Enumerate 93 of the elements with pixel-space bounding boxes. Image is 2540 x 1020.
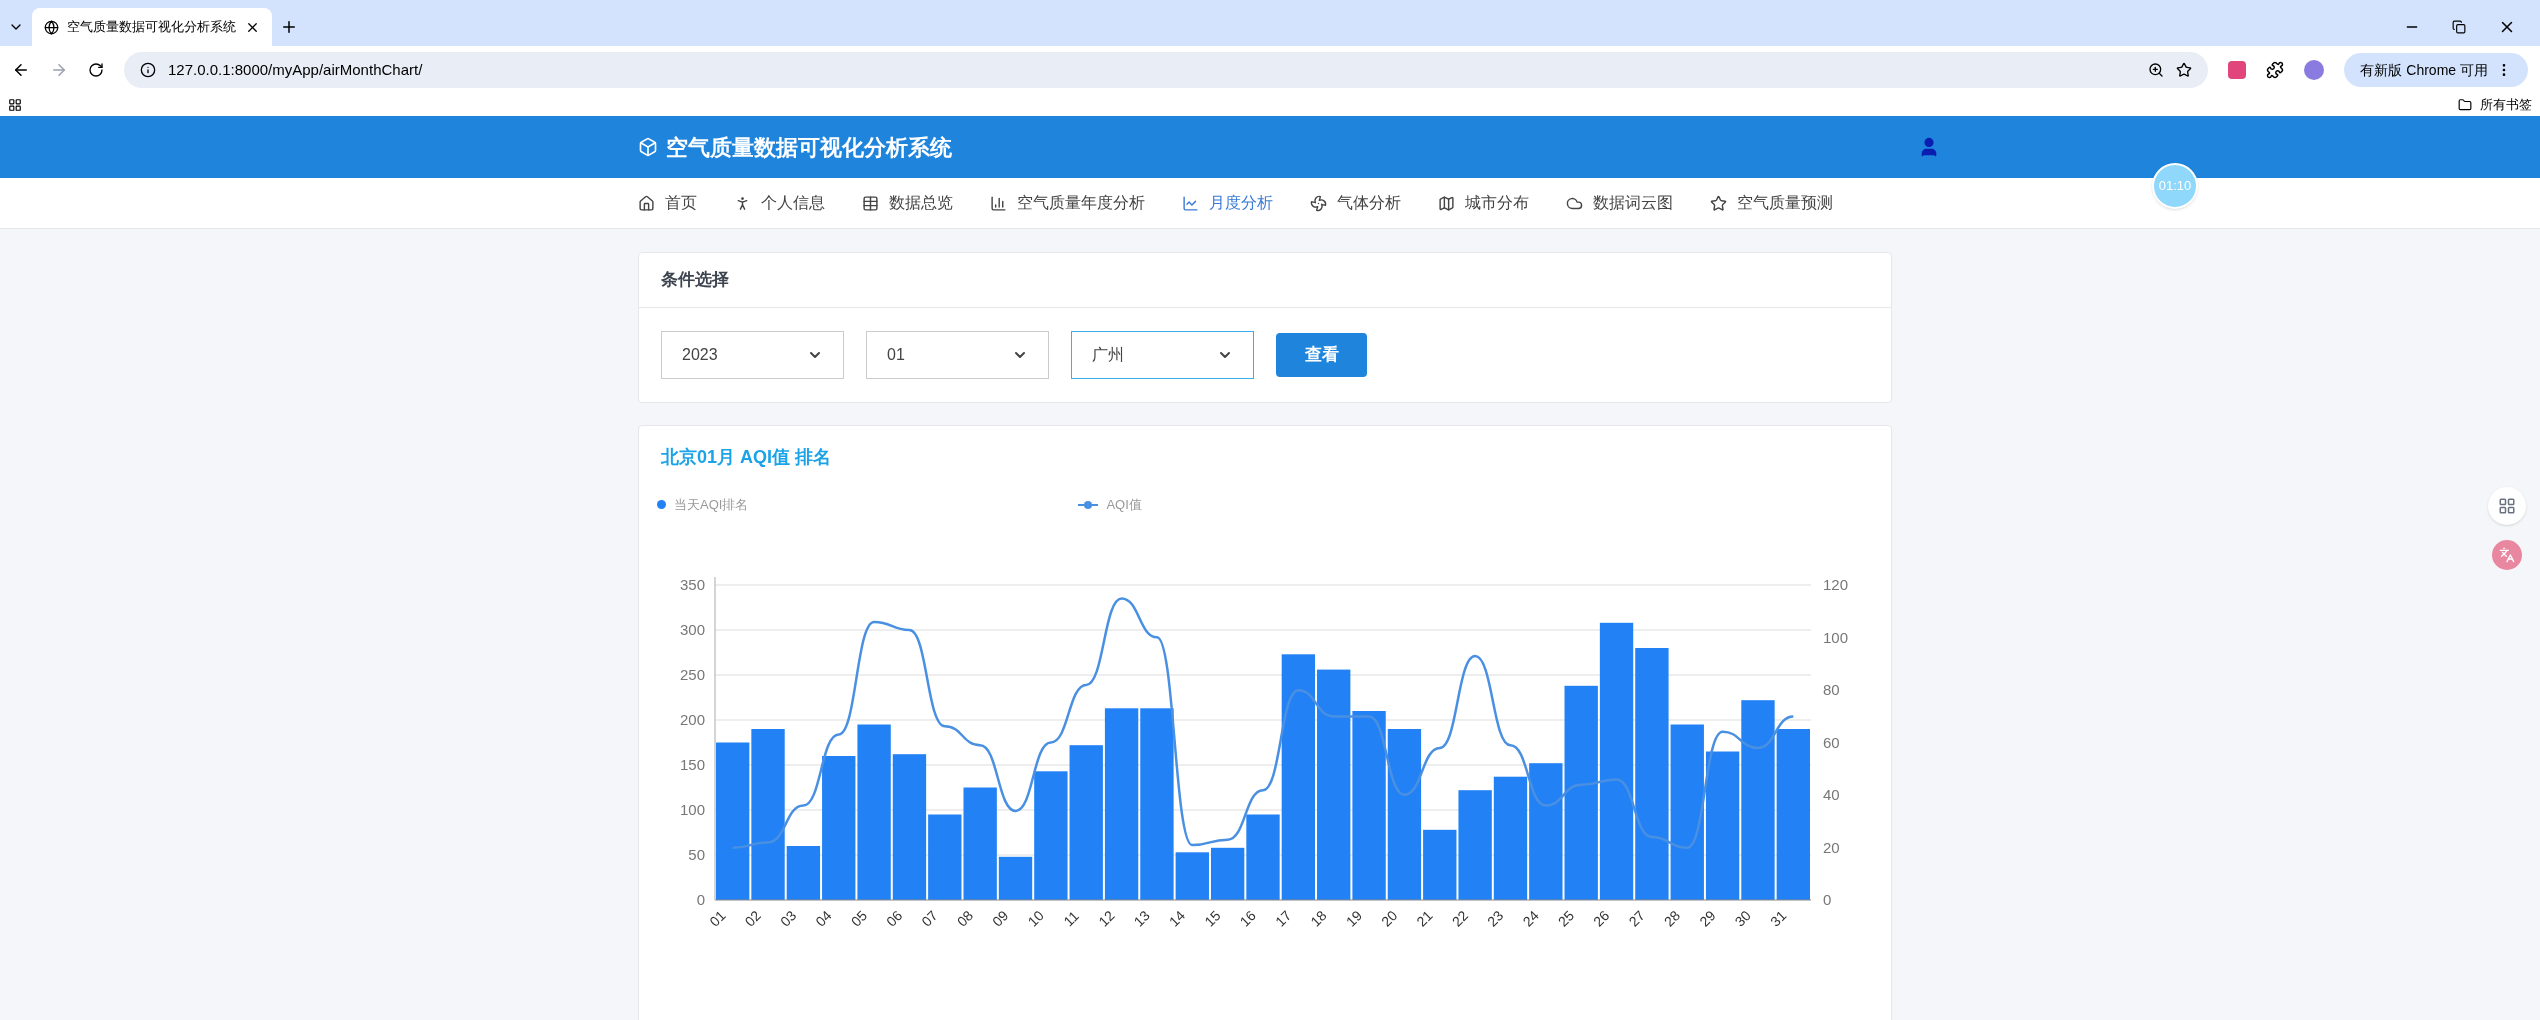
axis-tick-label: 30 [1731, 906, 1754, 930]
view-button[interactable]: 查看 [1276, 333, 1367, 377]
extensions-icon[interactable] [2266, 61, 2285, 79]
axis-tick-label: 11 [1060, 907, 1082, 929]
url-text: 127.0.0.1:8000/myApp/airMonthChart/ [168, 59, 424, 80]
chart-title: 北京01月 AQI值 排名 [661, 447, 832, 467]
apps-icon[interactable] [8, 98, 22, 112]
axis-tick-label: 03 [777, 906, 800, 930]
axis-tick-label: 0 [1823, 890, 1832, 908]
axis-tick-label: 21 [1413, 906, 1436, 930]
extension-icon[interactable] [2228, 61, 2247, 79]
axis-tick-label: 27 [1625, 906, 1648, 930]
axis-tick-label: 06 [883, 906, 906, 930]
axis-tick-label: 22 [1448, 906, 1472, 930]
dropdown-select[interactable]: 01 [866, 331, 1049, 379]
apps-icon [2498, 497, 2516, 515]
axis-tick-label: 09 [989, 906, 1012, 930]
axis-tick-label: 08 [953, 906, 977, 930]
back-icon[interactable] [12, 61, 30, 79]
axis-tick-label: 24 [1519, 906, 1542, 930]
axis-tick-label: 40 [1823, 785, 1840, 803]
nav-link[interactable]: 月度分析 [1182, 191, 1273, 215]
update-button[interactable]: 有新版 Chrome 可用 [2344, 53, 2528, 87]
axis-tick-label: 13 [1130, 906, 1153, 930]
axis-tick-label: 100 [679, 800, 705, 818]
axis-tick-label: 19 [1342, 906, 1365, 930]
axis-tick-label: 12 [1095, 906, 1118, 930]
bookmarks-label[interactable]: 所有书签 [2480, 95, 2532, 115]
reload-icon[interactable] [88, 62, 104, 78]
axis-tick-label: 26 [1590, 906, 1613, 930]
axis-tick-label: 29 [1696, 906, 1719, 930]
axis-tick-label: 18 [1307, 906, 1330, 930]
zoom-icon[interactable] [2148, 62, 2165, 78]
axis-tick-label: 350 [679, 575, 705, 593]
star-icon [1710, 194, 1727, 212]
nav-link[interactable]: 首页 [638, 191, 697, 215]
nav-link[interactable]: 数据词云图 [1566, 191, 1673, 215]
axis-tick-label: 07 [918, 906, 941, 930]
axis-tick-label: 10 [1024, 906, 1047, 930]
bookmark-star-icon[interactable] [2176, 62, 2193, 78]
nav-link[interactable]: 空气质量预测 [1710, 191, 1833, 215]
translate-icon [2499, 547, 2515, 563]
axis-tick-label: 04 [812, 906, 835, 930]
bar-chart-icon [990, 194, 1007, 212]
forward-icon[interactable] [50, 61, 68, 79]
side-tool-button[interactable] [2488, 487, 2526, 525]
dropdown-select[interactable]: 2023 [661, 331, 844, 379]
address-bar[interactable]: 127.0.0.1:8000/myApp/airMonthChart/ [124, 52, 2209, 88]
info-icon [140, 62, 156, 78]
dropdown-select[interactable]: 广州 [1071, 331, 1254, 379]
axis-tick-label: 25 [1554, 906, 1578, 930]
axis-tick-label: 150 [679, 755, 705, 773]
home-icon [638, 194, 655, 212]
globe-icon [44, 19, 59, 35]
legend-label: AQI值 [1106, 496, 1142, 514]
table-icon [862, 194, 879, 212]
new-tab-icon[interactable] [280, 18, 298, 36]
nav-link[interactable]: 气体分析 [1310, 191, 1401, 215]
axis-tick-label: 01 [706, 906, 729, 930]
nav-link[interactable]: 城市分布 [1438, 191, 1529, 215]
axis-tick-label: 31 [1766, 906, 1790, 930]
axis-tick-label: 20 [1823, 838, 1840, 855]
cube-icon [638, 137, 658, 157]
axis-tick-label: 16 [1236, 906, 1259, 930]
axis-tick-label: 60 [1823, 733, 1840, 750]
axis-tick-label: 0 [696, 890, 705, 908]
axis-tick-label: 14 [1165, 906, 1189, 930]
axis-tick-label: 02 [741, 906, 764, 930]
axis-tick-label: 120 [1823, 575, 1849, 593]
nav-link[interactable]: 个人信息 [734, 191, 825, 215]
axis-tick-label: 05 [847, 906, 871, 930]
axis-tick-label: 200 [679, 710, 705, 728]
axis-tick-label: 15 [1201, 906, 1224, 930]
line-chart-icon [1182, 194, 1199, 212]
folder-icon [2458, 98, 2472, 112]
card-title: 条件选择 [661, 269, 729, 292]
fan-icon [1310, 194, 1327, 212]
nav-link[interactable]: 空气质量年度分析 [990, 191, 1145, 215]
restore-icon[interactable] [2452, 20, 2466, 34]
profile-avatar[interactable] [2304, 60, 2325, 80]
legend-label: 当天AQI排名 [674, 496, 749, 514]
axis-tick-label: 250 [679, 665, 705, 683]
axis-tick-label: 80 [1823, 680, 1840, 698]
axis-tick-label: 100 [1823, 628, 1849, 645]
nav-link[interactable]: 数据总览 [862, 191, 953, 215]
axis-tick-label: 50 [688, 845, 705, 863]
map-icon [1438, 194, 1455, 212]
axis-tick-label: 20 [1378, 906, 1401, 930]
axis-tick-label: 23 [1484, 906, 1507, 930]
app-title: 空气质量数据可视化分析系统 [666, 133, 952, 162]
axis-tick-label: 300 [679, 620, 705, 638]
axis-tick-label: 17 [1272, 906, 1295, 930]
axis-tick-label: 28 [1660, 906, 1684, 930]
